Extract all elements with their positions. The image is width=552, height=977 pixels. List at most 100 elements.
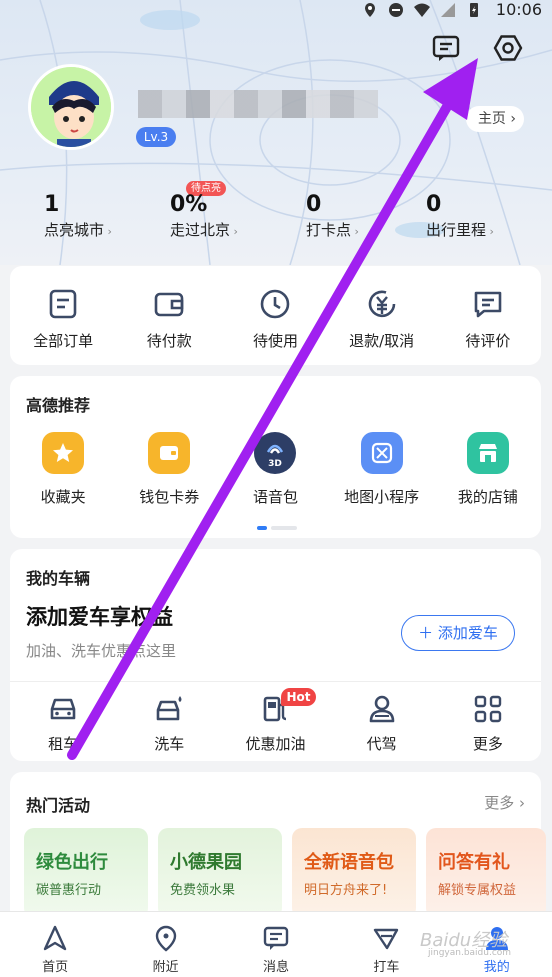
stat-value: 0 <box>426 192 442 217</box>
svg-text:3D: 3D <box>269 459 283 469</box>
voice-3d-icon: 3D <box>254 432 297 474</box>
more-services-button[interactable]: 更多 <box>438 693 538 754</box>
add-car-button[interactable]: ＋ 添加爱车 <box>401 615 515 651</box>
chevron-right-icon: › <box>104 225 112 238</box>
order-label: 待付款 <box>146 332 192 350</box>
activity-title: 小德果园 <box>170 852 242 873</box>
car-wash-icon <box>156 696 182 721</box>
chevron-right-icon: › <box>230 225 238 238</box>
orders-card: 全部订单 待付款 待使用 退款/取消 待评价 <box>10 266 541 365</box>
activity-title: 绿色出行 <box>36 852 108 873</box>
rec-label: 语音包 <box>252 488 298 506</box>
tab-label: 我的 <box>483 960 510 975</box>
tab-label: 附近 <box>152 960 179 975</box>
tab-label: 打车 <box>373 960 400 975</box>
clock-icon <box>261 289 290 319</box>
fuel-discount-button[interactable]: Hot 优惠加油 <box>225 688 325 754</box>
watermark-url: jingyan.baidu.com <box>428 948 512 958</box>
chevron-right-icon: › <box>514 794 525 812</box>
activity-qa[interactable]: 问答有礼 解锁专属权益 <box>426 828 546 918</box>
favorites-button[interactable]: 收藏夹 <box>13 432 113 507</box>
car-rental-button[interactable]: 租车 <box>13 693 113 754</box>
stat-checkins[interactable]: 0 打卡点 › <box>306 192 359 240</box>
service-label: 优惠加油 <box>245 735 306 753</box>
service-label: 洗车 <box>154 735 185 753</box>
activities-title: 热门活动 <box>26 796 91 815</box>
rec-label: 地图小程序 <box>344 488 420 506</box>
avatar[interactable] <box>28 64 114 150</box>
divider <box>10 681 541 682</box>
stat-value: 0 <box>306 192 322 217</box>
order-refund-button[interactable]: 退款/取消 <box>332 288 432 351</box>
activity-subtitle: 免费领水果 <box>170 883 236 898</box>
location-pin-icon <box>155 925 176 952</box>
home-link-label: 主页 <box>477 111 506 127</box>
indicator-inactive <box>271 526 297 530</box>
location-status-icon <box>365 3 375 17</box>
home-page-link[interactable]: 主页 › <box>465 106 524 132</box>
car-wash-button[interactable]: 洗车 <box>119 693 219 754</box>
vehicle-card: 我的车辆 添加爱车享权益 加油、洗车优惠点这里 ＋ 添加爱车 租车 洗车 Hot… <box>10 549 541 761</box>
service-label: 租车 <box>48 735 79 753</box>
level-badge: Lv.3 <box>136 127 176 147</box>
signal-status-icon <box>441 3 455 17</box>
vehicle-subtitle: 加油、洗车优惠点这里 <box>26 642 177 660</box>
order-unused-button[interactable]: 待使用 <box>225 288 325 351</box>
order-label: 待使用 <box>252 332 298 350</box>
order-all-button[interactable]: 全部订单 <box>13 288 113 351</box>
wallet-icon <box>148 432 191 474</box>
wifi-status-icon <box>414 3 430 17</box>
tab-taxi[interactable]: 打车 <box>346 912 426 977</box>
profile-header: 10:06 Lv.3 主页 › 待点亮 1 点亮城市 › 0% 走过北京 › 0… <box>0 0 552 265</box>
tab-home[interactable]: 首页 <box>15 912 95 977</box>
car-icon <box>50 698 76 720</box>
activity-green-travel[interactable]: 绿色出行 碳普惠行动 <box>24 828 148 918</box>
mini-program-icon <box>360 432 403 474</box>
mini-program-button[interactable]: 地图小程序 <box>332 432 432 507</box>
stat-value: 1 <box>44 192 60 217</box>
stat-value: 0% <box>170 192 208 217</box>
vehicle-title: 我的车辆 <box>26 569 91 588</box>
refund-icon <box>368 290 395 318</box>
more-label: 更多 <box>484 794 515 812</box>
stat-label: 出行里程 <box>426 221 487 239</box>
activity-subtitle: 解锁专属权益 <box>438 883 517 898</box>
message-button[interactable] <box>430 32 462 64</box>
message-icon <box>263 926 289 950</box>
driver-icon <box>369 695 394 723</box>
activity-title: 问答有礼 <box>438 852 510 873</box>
settings-button[interactable] <box>492 32 524 64</box>
recommend-title: 高德推荐 <box>26 396 91 415</box>
order-review-button[interactable]: 待评价 <box>438 288 538 351</box>
service-label: 更多 <box>472 735 503 753</box>
service-label: 代驾 <box>366 735 397 753</box>
order-unpaid-button[interactable]: 待付款 <box>119 288 219 351</box>
hot-badge: Hot <box>281 688 316 706</box>
wallet-coupons-button[interactable]: 钱包卡券 <box>119 432 219 507</box>
stat-beijing[interactable]: 0% 走过北京 › <box>170 192 238 240</box>
dnd-status-icon <box>389 3 403 17</box>
order-list-icon <box>49 289 77 319</box>
stat-label: 打卡点 <box>306 221 352 239</box>
voice-pack-button[interactable]: 3D 语音包 <box>225 432 325 507</box>
indicator-active <box>257 526 267 530</box>
stat-cities[interactable]: 1 点亮城市 › <box>44 192 112 240</box>
activity-voice-pack[interactable]: 全新语音包 明日方舟来了! <box>292 828 416 918</box>
status-bar: 10:06 <box>0 0 552 22</box>
tab-nearby[interactable]: 附近 <box>126 912 206 977</box>
navigation-arrow-icon <box>43 925 67 951</box>
tab-messages[interactable]: 消息 <box>236 912 316 977</box>
order-label: 待评价 <box>465 332 511 350</box>
my-shop-button[interactable]: 我的店铺 <box>438 432 538 507</box>
grid-icon <box>474 695 502 723</box>
designated-driver-button[interactable]: 代驾 <box>332 693 432 754</box>
nickname-blurred <box>138 90 378 118</box>
stat-mileage[interactable]: 0 出行里程 › <box>426 192 494 240</box>
activity-subtitle: 明日方舟来了! <box>304 883 388 898</box>
battery-status-icon <box>470 3 478 17</box>
tab-label: 首页 <box>42 960 69 975</box>
activity-orchard[interactable]: 小德果园 免费领水果 <box>158 828 282 918</box>
rec-label: 收藏夹 <box>40 488 86 506</box>
plus-icon: ＋ <box>418 624 438 642</box>
activities-more-link[interactable]: 更多 › <box>484 792 525 813</box>
